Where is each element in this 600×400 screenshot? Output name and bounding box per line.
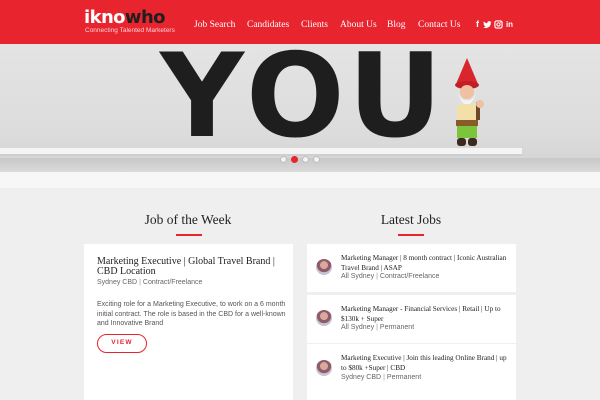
slider-dot-1[interactable] <box>280 156 287 163</box>
section-band <box>0 172 600 188</box>
hero-letter-y: Y <box>160 44 244 164</box>
logo-main-text: ikno <box>84 7 126 28</box>
logo[interactable]: iknowho <box>84 7 166 28</box>
job-of-week-meta: Sydney CBD | Contract/Freelance <box>97 279 203 286</box>
job-of-week-heading: Job of the Week <box>144 212 232 227</box>
job-of-week-card: Marketing Executive | Global Travel Bran… <box>84 244 293 400</box>
latest-job-title[interactable]: Marketing Manager | 8 month contract | I… <box>341 254 511 273</box>
latest-job-meta: Sydney CBD | Permanent <box>341 374 422 381</box>
nav-contact-us[interactable]: Contact Us <box>418 20 460 30</box>
job-location: All Sydney <box>341 273 375 280</box>
gnome-figure <box>455 58 484 146</box>
nav-clients[interactable]: Clients <box>301 20 328 30</box>
logo-accent-text: who <box>124 7 166 28</box>
latest-job-title[interactable]: Marketing Executive | Join this leading … <box>341 354 511 373</box>
latest-jobs-underline <box>398 234 424 236</box>
job-of-week-underline <box>176 234 202 236</box>
latest-job-item[interactable]: Marketing Manager - Financial Services |… <box>307 295 516 343</box>
latest-job-meta: All Sydney | Contract/Freelance <box>341 273 440 280</box>
job-type: Contract/Freelance <box>379 273 440 280</box>
instagram-icon[interactable] <box>494 20 503 29</box>
slider-dot-4[interactable] <box>313 156 320 163</box>
job-location: Sydney CBD <box>341 374 382 381</box>
latest-job-title[interactable]: Marketing Manager - Financial Services |… <box>341 305 511 324</box>
job-type: Permanent <box>379 324 415 331</box>
site-header: iknowho Connecting Talented Marketers Jo… <box>0 0 600 44</box>
avatar <box>316 259 332 275</box>
logo-tagline: Connecting Talented Marketers <box>85 27 175 34</box>
avatar <box>316 310 332 326</box>
slider-dot-3[interactable] <box>302 156 309 163</box>
nav-job-search[interactable]: Job Search <box>194 20 235 30</box>
nav-blog[interactable]: Blog <box>387 20 405 30</box>
nav-candidates[interactable]: Candidates <box>247 20 289 30</box>
job-location: Sydney CBD <box>97 279 138 286</box>
facebook-icon[interactable]: f <box>473 20 482 29</box>
linkedin-icon[interactable]: in <box>505 20 514 29</box>
twitter-icon[interactable] <box>483 20 492 29</box>
slider-dot-2[interactable] <box>291 156 298 163</box>
latest-job-item[interactable]: Marketing Executive | Join this leading … <box>307 344 516 400</box>
hero-letter-o: O <box>246 44 345 164</box>
job-type: Permanent <box>386 374 422 381</box>
hero-slider: Y O U <box>0 44 600 172</box>
job-of-week-description: Exciting role for a Marketing Executive,… <box>97 301 286 328</box>
latest-job-meta: All Sydney | Permanent <box>341 324 415 331</box>
hero-letter-u: U <box>348 44 442 164</box>
hero-shelf-shadow <box>0 158 600 172</box>
nav-about-us[interactable]: About Us <box>340 20 377 30</box>
latest-job-item[interactable]: Marketing Manager | 8 month contract | I… <box>307 244 516 292</box>
avatar <box>316 360 332 376</box>
job-of-week-title[interactable]: Marketing Executive | Global Travel Bran… <box>97 257 287 277</box>
job-type: Contract/Freelance <box>142 279 203 286</box>
view-button[interactable]: VIEW <box>97 334 147 353</box>
latest-jobs-heading: Latest Jobs <box>380 212 442 227</box>
job-location: All Sydney <box>341 324 375 331</box>
